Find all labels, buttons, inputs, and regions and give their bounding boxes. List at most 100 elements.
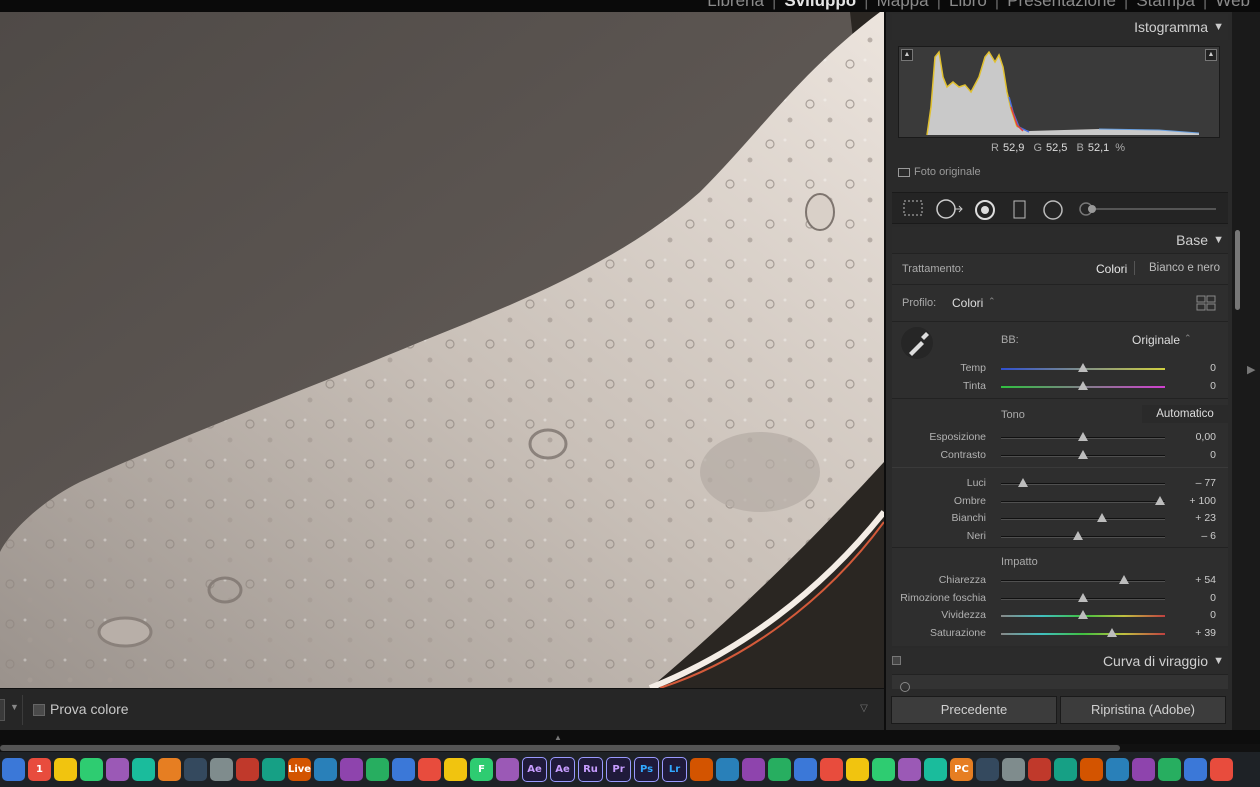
crop-tool-icon[interactable] (902, 199, 924, 217)
highlight-clipping-icon[interactable]: ▲ (1205, 49, 1217, 61)
tone-curve-header[interactable]: Curva di viraggio ▼ (892, 648, 1228, 674)
checkbox-icon[interactable] (898, 167, 910, 177)
panel-scroll-thumb[interactable] (1235, 230, 1240, 310)
dock-notes-icon[interactable] (54, 758, 77, 781)
vibrance-value[interactable]: 0 (1166, 609, 1216, 621)
whites-value[interactable]: + 23 (1166, 512, 1216, 524)
clarity-thumb[interactable] (1119, 575, 1129, 584)
dock-arduino-icon[interactable] (872, 758, 895, 781)
exposure-slider[interactable]: Esposizione 0,00 (892, 429, 1228, 446)
dock-minecraft-icon[interactable] (392, 758, 415, 781)
whites-slider[interactable]: Bianchi + 23 (892, 510, 1228, 527)
blacks-thumb[interactable] (1073, 531, 1084, 540)
adjustment-brush-slider[interactable] (1078, 199, 1220, 219)
saturation-thumb[interactable] (1106, 628, 1117, 637)
whites-track[interactable] (1001, 518, 1165, 520)
dock-docs-icon[interactable] (236, 758, 259, 781)
dehaze-slider[interactable]: Rimozione foschia 0 (892, 590, 1228, 607)
module-presentazione[interactable]: Presentazione (1007, 0, 1116, 11)
collapse-triangle-icon[interactable]: ▼ (1213, 21, 1224, 33)
dock-trash-icon[interactable] (1210, 758, 1233, 781)
view-mode-dropdown-icon[interactable]: ▼ (10, 702, 19, 712)
shadows-thumb[interactable] (1155, 496, 1166, 505)
dock-pycharm-icon[interactable]: PC (950, 758, 973, 781)
filmstrip-toggle-icon[interactable]: ▲ (554, 733, 562, 742)
dock-vlc-icon[interactable] (340, 758, 363, 781)
dock-ae-icon[interactable]: Ae (550, 757, 575, 782)
dock-photo-icon[interactable] (1184, 758, 1207, 781)
module-web[interactable]: Web (1215, 0, 1250, 11)
dock-preferences-icon[interactable] (1054, 758, 1077, 781)
profile-browser-grid-icon[interactable] (1196, 295, 1216, 311)
saturation-slider[interactable]: Saturazione + 39 (892, 625, 1228, 642)
dock-imovie-icon[interactable] (496, 758, 519, 781)
module-libreria[interactable]: Libreria (707, 0, 764, 11)
tint-thumb[interactable] (1078, 381, 1088, 390)
module-sviluppo[interactable]: Sviluppo (784, 0, 856, 11)
dock-lr-icon[interactable]: Lr (662, 757, 687, 782)
reset-button[interactable]: Ripristina (Adobe) (1060, 696, 1226, 724)
highlights-thumb[interactable] (1018, 478, 1029, 487)
contrast-slider[interactable]: Contrasto 0 (892, 447, 1228, 464)
auto-tone-button[interactable]: Automatico (1142, 405, 1228, 423)
eyedropper-icon[interactable] (900, 326, 934, 360)
base-header[interactable]: Base ▼ (892, 227, 1228, 253)
original-photo-toggle[interactable]: Foto originale (898, 166, 981, 178)
treatment-bw-button[interactable]: Bianco e nero (1149, 262, 1220, 274)
module-mappa[interactable]: Mappa (877, 0, 929, 11)
dock-screen-icon[interactable] (1106, 758, 1129, 781)
shadows-track[interactable] (1001, 501, 1165, 503)
dock-preview-icon[interactable] (80, 758, 103, 781)
collapse-triangle-icon[interactable]: ▼ (1213, 234, 1224, 246)
vibrance-slider[interactable]: Vividezza 0 (892, 607, 1228, 624)
whites-thumb[interactable] (1096, 513, 1107, 522)
temp-thumb[interactable] (1078, 363, 1088, 372)
dock-telescope-icon[interactable] (716, 758, 739, 781)
dock-pr-icon[interactable]: Pr (606, 757, 631, 782)
dock-evernote-icon[interactable] (924, 758, 947, 781)
dock-blender-icon[interactable] (444, 758, 467, 781)
exposure-thumb[interactable] (1078, 432, 1088, 441)
spot-removal-icon[interactable] (936, 199, 964, 219)
soft-proof-label[interactable]: Prova colore (50, 701, 129, 717)
dehaze-thumb[interactable] (1078, 593, 1088, 602)
module-stampa[interactable]: Stampa (1136, 0, 1195, 11)
dehaze-value[interactable]: 0 (1166, 592, 1216, 604)
saturation-value[interactable]: + 39 (1166, 627, 1216, 639)
dock-live-icon[interactable]: Live (288, 758, 311, 781)
graduated-filter-icon[interactable] (1012, 199, 1028, 221)
dock-safari-icon[interactable] (132, 758, 155, 781)
dock-scrollbar[interactable] (0, 745, 1120, 751)
treatment-color-button[interactable]: Colori (1096, 262, 1127, 276)
toolbar-content-menu-icon[interactable]: ▽ (854, 703, 874, 717)
dock-music-icon[interactable] (184, 758, 207, 781)
dock-appstore-icon[interactable] (210, 758, 233, 781)
dock-arduino-icon[interactable] (898, 758, 921, 781)
vibrance-thumb[interactable] (1078, 610, 1088, 619)
dock-eye-icon[interactable] (820, 758, 843, 781)
view-mode-button[interactable] (0, 699, 5, 721)
highlights-slider[interactable]: Luci – 77 (892, 475, 1228, 492)
dock-facetime-icon[interactable] (158, 758, 181, 781)
dock-inkscape-icon[interactable] (742, 758, 765, 781)
dock-photos-icon[interactable] (106, 758, 129, 781)
highlights-value[interactable]: – 77 (1166, 477, 1216, 489)
histogram-header[interactable]: Istogramma ▼ (892, 14, 1228, 40)
dock-calendar-icon[interactable]: 1 (28, 758, 51, 781)
target-adjust-icon[interactable] (900, 682, 910, 692)
clarity-slider[interactable]: Chiarezza + 54 (892, 572, 1228, 589)
saturation-track[interactable] (1001, 633, 1165, 635)
shadows-value[interactable]: + 100 (1166, 495, 1216, 507)
tint-value[interactable]: 0 (1166, 380, 1216, 392)
dock-messenger-icon[interactable] (846, 758, 869, 781)
dock-unity-icon[interactable] (418, 758, 441, 781)
dock-quicktime-icon[interactable] (1028, 758, 1051, 781)
profile-dropdown-arrows-icon[interactable]: ⌃ (988, 296, 996, 307)
contrast-thumb[interactable] (1078, 450, 1088, 459)
module-libro[interactable]: Libro (949, 0, 987, 11)
histogram[interactable]: ▲ ▲ (898, 46, 1220, 138)
clarity-track[interactable] (1001, 580, 1165, 582)
tone-curve-preview[interactable] (892, 674, 1228, 692)
temp-value[interactable]: 0 (1166, 362, 1216, 374)
shadow-clipping-icon[interactable]: ▲ (901, 49, 913, 61)
